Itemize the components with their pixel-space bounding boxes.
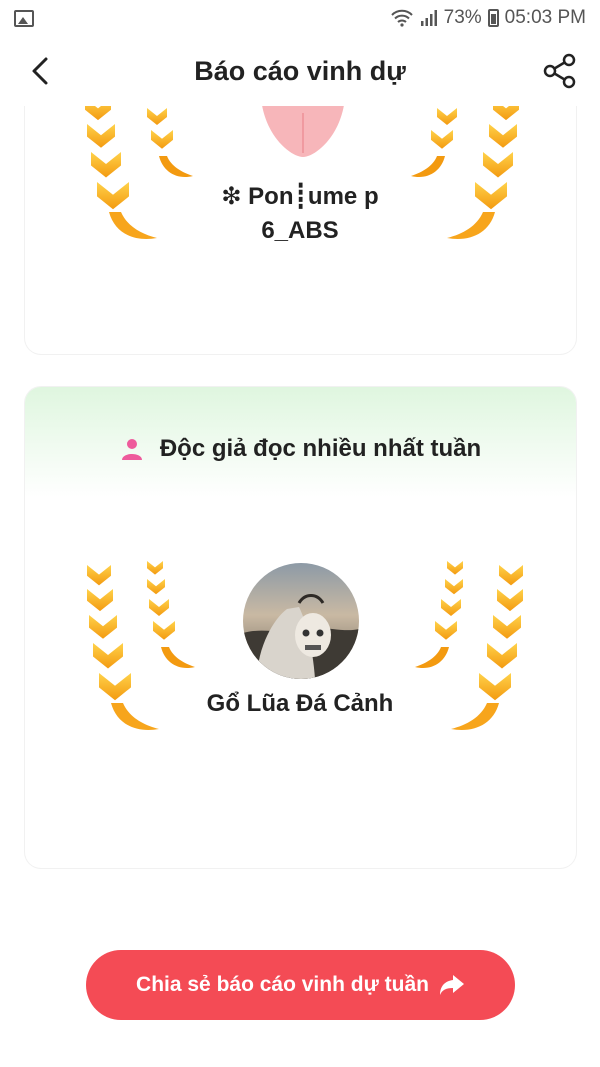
section-title-text: Độc giả đọc nhiều nhất tuần (159, 435, 482, 462)
laurel-left-icon (77, 557, 207, 742)
status-left (14, 9, 34, 27)
reader-avatar[interactable] (243, 563, 359, 679)
back-button[interactable] (24, 54, 56, 88)
section-title: Độc giả đọc nhiều nhất tuần (25, 435, 576, 463)
share-honor-report-button[interactable]: Chia sẻ báo cáo vinh dự tuần (86, 950, 515, 1020)
laurel-right-icon (403, 557, 533, 742)
status-right: 73% 05:03 PM (390, 7, 586, 29)
reader-avatar-image (243, 563, 359, 679)
battery-percent: 73% (443, 7, 482, 28)
wifi-icon (390, 9, 413, 27)
share-honor-report-label: Chia sẻ báo cáo vinh dự tuần (136, 973, 429, 996)
image-notification-icon (14, 9, 34, 27)
share-button[interactable] (540, 52, 580, 90)
signal-icon (420, 10, 437, 26)
user-name: ❇ Pon┋ume p​6_ABS (221, 183, 379, 244)
heart-avatar-image (258, 105, 348, 163)
top-honor-card: ❇ Pon┋ume p​6_ABS (25, 70, 576, 354)
battery-icon (487, 9, 499, 27)
app-header: Báo cáo vinh dự (0, 36, 600, 106)
clock: 05:03 PM (504, 7, 586, 28)
reader-name: Gổ Lũa Đá Cảnh (206, 690, 394, 717)
page-title: Báo cáo vinh dự (194, 55, 406, 86)
chevron-left-icon (32, 57, 48, 85)
avatar[interactable] (258, 105, 348, 163)
share-arrow-icon (439, 975, 464, 995)
person-icon (121, 439, 142, 460)
top-reader-card: Độc giả đọc nhiều nhất tuần Gổ Lũa Đá Cả… (25, 387, 576, 868)
status-bar: 73% 05:03 PM (0, 0, 600, 36)
share-icon (543, 53, 576, 89)
